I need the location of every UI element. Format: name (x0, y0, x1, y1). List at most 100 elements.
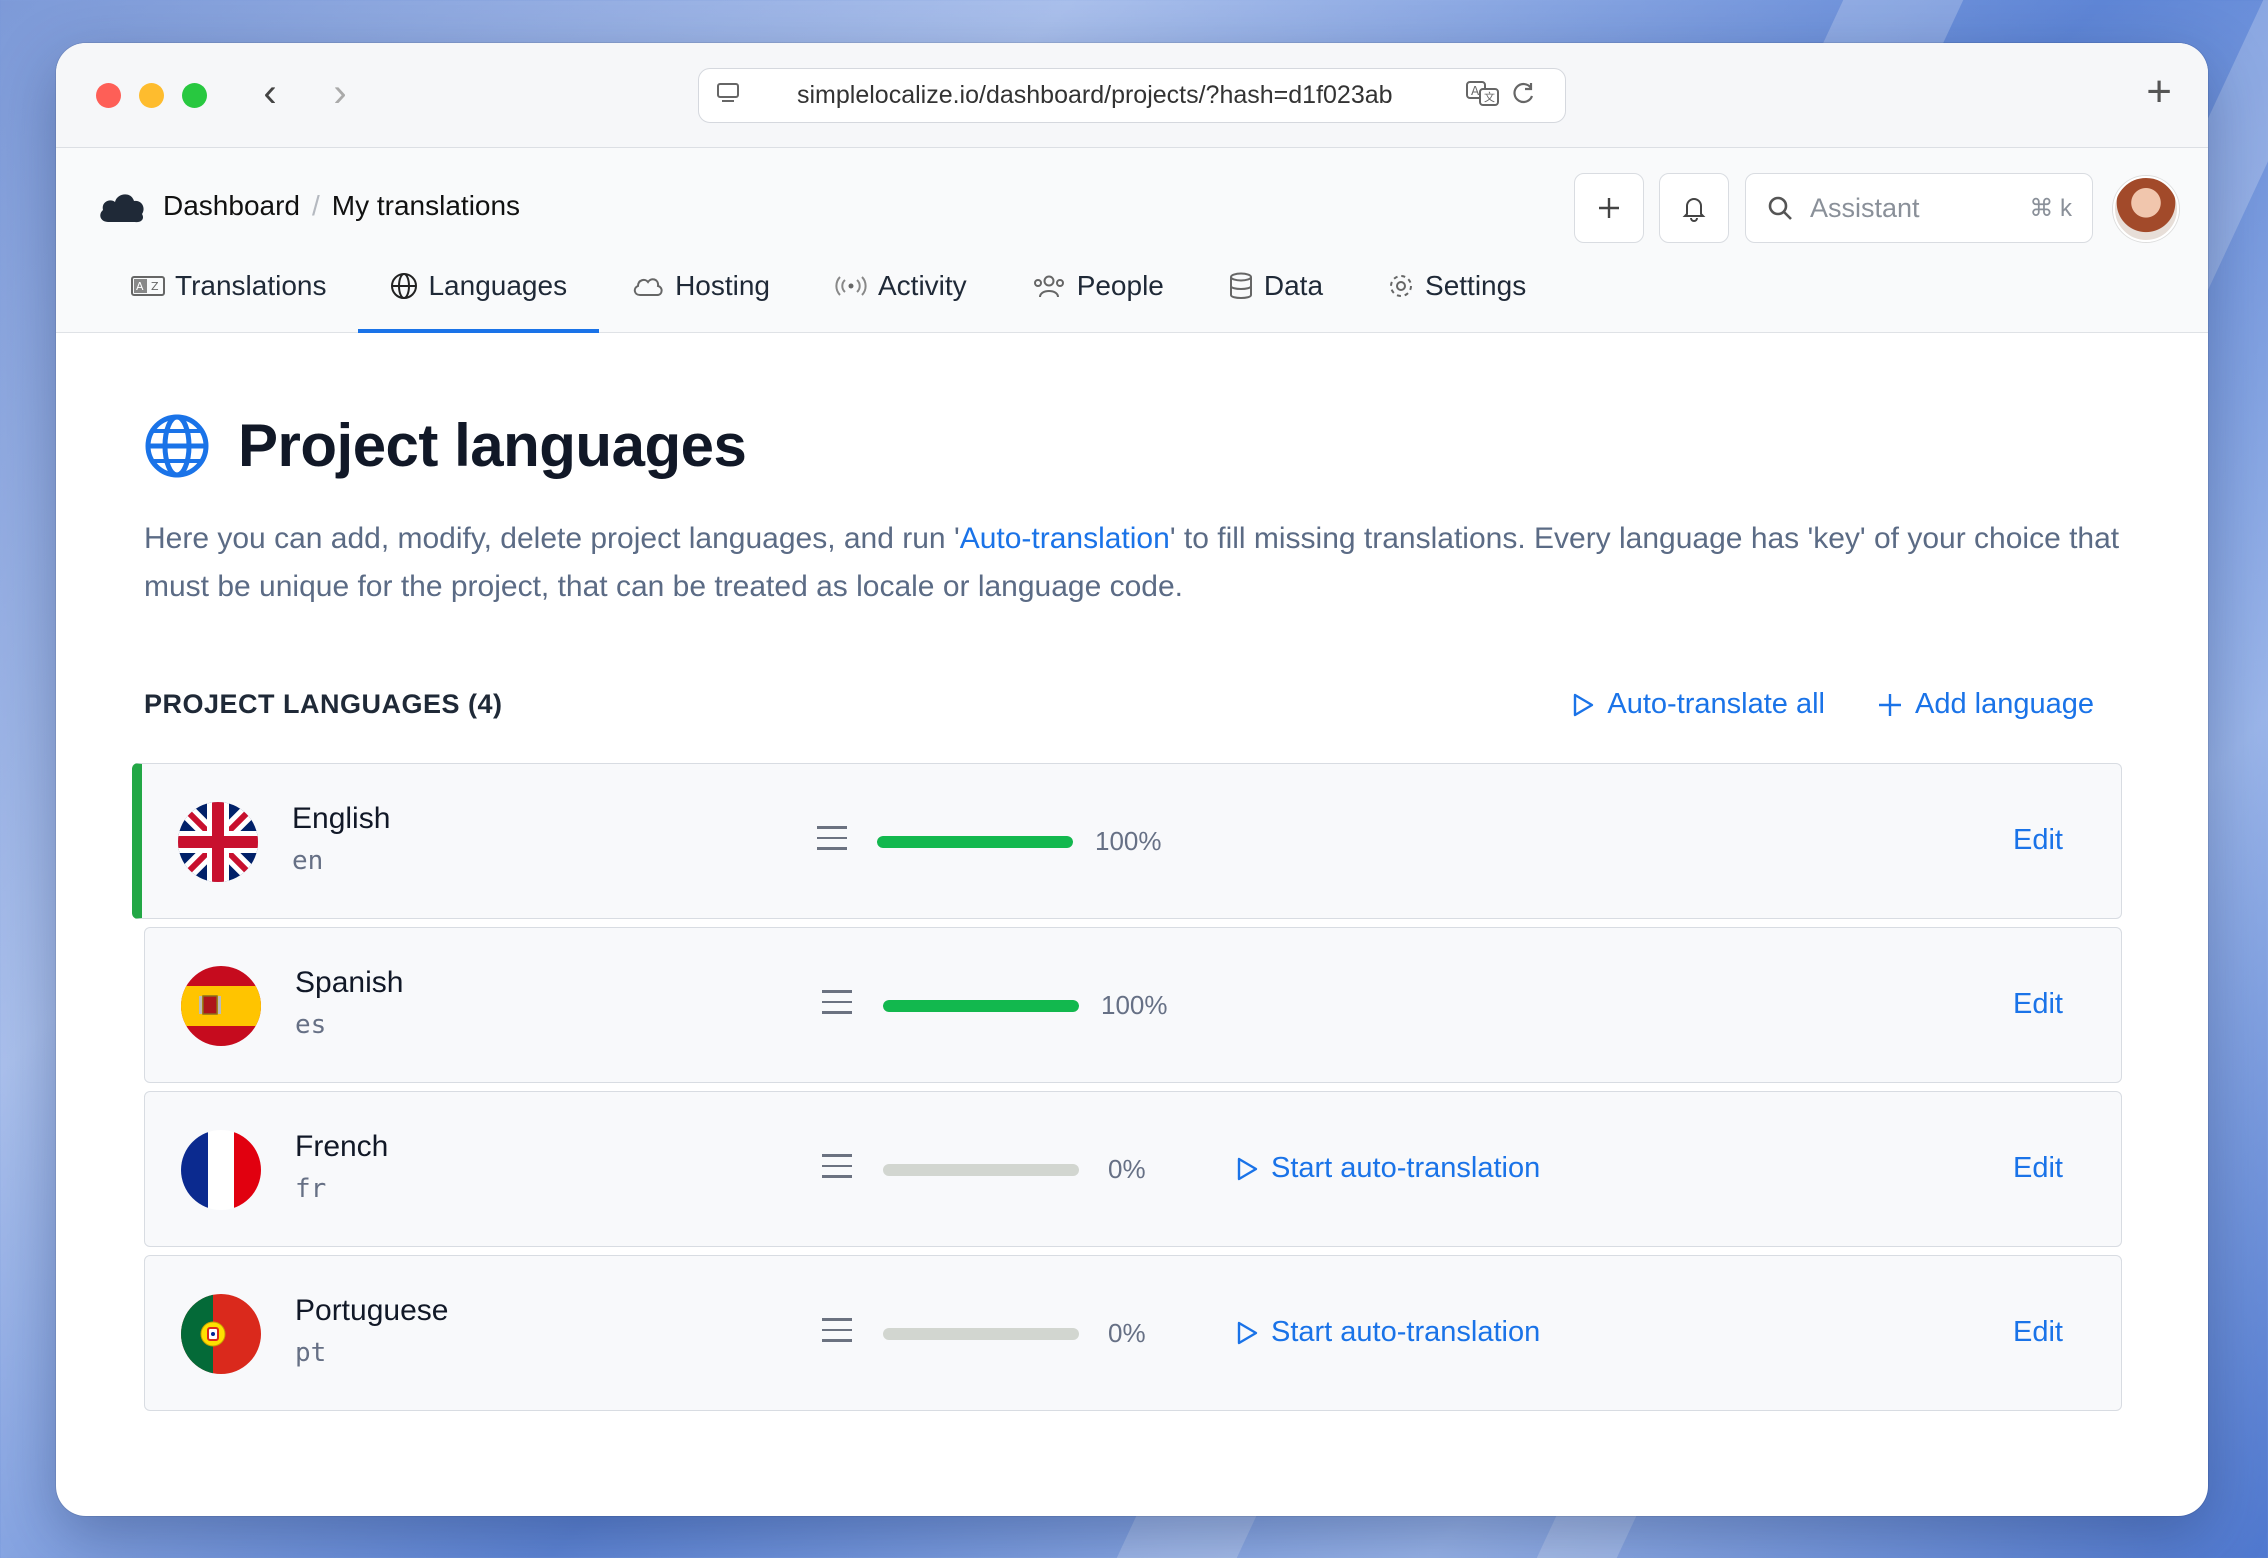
assistant-search[interactable]: Assistant ⌘ k (1745, 173, 2093, 243)
zoom-window-button[interactable] (182, 83, 207, 108)
translations-icon: AZ (131, 276, 165, 296)
progress-fill (877, 836, 1073, 848)
button-label: Start auto-translation (1271, 1152, 1541, 1184)
progress-percent: 0% (1108, 1318, 1146, 1348)
language-name: French (295, 1130, 389, 1163)
drag-handle-icon[interactable] (817, 826, 847, 858)
progress-percent: 100% (1101, 990, 1168, 1020)
edit-button[interactable]: Edit (2013, 988, 2063, 1021)
notifications-button[interactable] (1659, 173, 1729, 243)
start-auto-translation-button[interactable]: Start auto-translation (1235, 1316, 1540, 1349)
language-info: Spanish es (295, 966, 403, 1040)
language-info: English en (292, 802, 390, 876)
edit-button[interactable]: Edit (2013, 1152, 2063, 1185)
tab-label: People (1076, 270, 1164, 301)
tab-data[interactable]: Data (1196, 240, 1355, 332)
language-row[interactable]: Portuguese pt 0% Start auto-translation … (144, 1255, 2122, 1411)
start-auto-translation-button[interactable]: Start auto-translation (1235, 1152, 1540, 1185)
auto-translation-link[interactable]: Auto-translation (960, 522, 1170, 555)
breadcrumb-current[interactable]: My translations (332, 190, 520, 222)
drag-handle-icon[interactable] (822, 1154, 852, 1186)
app-header: Dashboard / My translations Assistant ⌘ … (56, 148, 2208, 333)
breadcrumb: Dashboard / My translations (163, 190, 520, 222)
language-key: fr (295, 1174, 327, 1204)
tab-settings[interactable]: Settings (1355, 240, 1558, 332)
edit-button[interactable]: Edit (2013, 824, 2063, 857)
tab-label: Activity (878, 270, 967, 301)
language-key: es (295, 1010, 327, 1040)
tab-label: Data (1263, 270, 1324, 301)
plus-icon (1599, 198, 1619, 218)
progress-bar (877, 836, 1073, 848)
globe-icon (145, 414, 209, 477)
forward-arrow-icon[interactable]: › (318, 73, 362, 117)
progress-percent: 100% (1095, 826, 1162, 856)
tab-people[interactable]: People (999, 240, 1196, 332)
add-language-button[interactable]: Add language (1877, 688, 2094, 721)
progress-fill (883, 1000, 1079, 1012)
svg-text:Z: Z (151, 280, 159, 293)
plus-icon (1879, 693, 1901, 716)
reload-icon[interactable] (1511, 80, 1537, 111)
new-tab-button[interactable]: + (2146, 67, 2172, 117)
tab-hosting[interactable]: Hosting (599, 240, 802, 332)
uk-flag-icon (178, 802, 258, 882)
address-bar[interactable]: simplelocalize.io/dashboard/projects/?ha… (698, 68, 1566, 123)
progress-bar (883, 1164, 1079, 1176)
play-icon (1237, 1157, 1258, 1180)
languages-section-header: PROJECT LANGUAGES (4) Auto-translate all… (144, 688, 2094, 721)
auto-translate-all-button[interactable]: Auto-translate all (1571, 688, 1825, 721)
drag-handle-icon[interactable] (822, 1318, 852, 1350)
breadcrumb-separator: / (311, 190, 320, 221)
france-flag-icon (181, 1130, 261, 1210)
minimize-window-button[interactable] (139, 83, 164, 108)
page-header: Project languages (144, 411, 747, 480)
url-text[interactable]: simplelocalize.io/dashboard/projects/?ha… (797, 81, 1457, 110)
back-arrow-icon[interactable]: ‹ (248, 73, 292, 117)
people-icon (1033, 275, 1064, 298)
tab-translations[interactable]: AZ Translations (111, 240, 358, 332)
language-info: Portuguese pt (295, 1294, 448, 1368)
gear-icon (1390, 275, 1413, 297)
search-placeholder: Assistant (1810, 192, 1920, 223)
svg-text:文: 文 (1484, 90, 1495, 104)
browser-toolbar: ‹ › simplelocalize.io/dashboard/projects… (56, 43, 2208, 148)
tab-label: Translations (175, 270, 327, 301)
progress-percent: 0% (1108, 1154, 1146, 1184)
language-key: en (292, 846, 324, 876)
cloud-icon (633, 278, 663, 296)
drag-handle-icon[interactable] (822, 990, 852, 1022)
section-title: PROJECT LANGUAGES (4) (144, 689, 503, 719)
language-info: French fr (295, 1130, 388, 1204)
language-row[interactable]: French fr 0% Start auto-translation Edit (144, 1091, 2122, 1247)
user-avatar[interactable] (2113, 176, 2179, 242)
edit-button[interactable]: Edit (2013, 1316, 2063, 1349)
globe-icon (391, 273, 418, 299)
keyboard-shortcut: ⌘ k (2029, 194, 2072, 222)
language-key: pt (295, 1338, 327, 1368)
description-text: Here you can add, modify, delete project… (144, 522, 960, 555)
translate-page-icon[interactable]: A文 (1465, 79, 1501, 112)
language-row[interactable]: Spanish es 100% Edit (144, 927, 2122, 1083)
progress-bar (883, 1328, 1079, 1340)
play-icon (1574, 693, 1594, 716)
page-description: Here you can add, modify, delete project… (144, 515, 2134, 611)
close-window-button[interactable] (96, 83, 121, 108)
spain-flag-icon (181, 966, 261, 1046)
add-button[interactable] (1574, 173, 1644, 243)
breadcrumb-dashboard[interactable]: Dashboard (163, 190, 300, 222)
window-controls (96, 83, 207, 108)
simplelocalize-logo[interactable] (98, 188, 146, 224)
language-name: Portuguese (295, 1294, 449, 1327)
tab-activity[interactable]: Activity (802, 240, 999, 332)
page-settings-icon[interactable] (715, 80, 741, 112)
language-list: English en 100% Edit Spanish es 100% Edi… (132, 763, 2122, 1419)
tab-languages[interactable]: Languages (358, 240, 599, 333)
browser-window: ‹ › simplelocalize.io/dashboard/projects… (56, 43, 2208, 1516)
page-title: Project languages (238, 412, 747, 479)
tab-label: Languages (428, 270, 568, 301)
language-row[interactable]: English en 100% Edit (132, 763, 2122, 919)
bell-icon (1682, 198, 1706, 222)
tab-label: Hosting (675, 270, 770, 301)
database-icon (1229, 272, 1252, 299)
